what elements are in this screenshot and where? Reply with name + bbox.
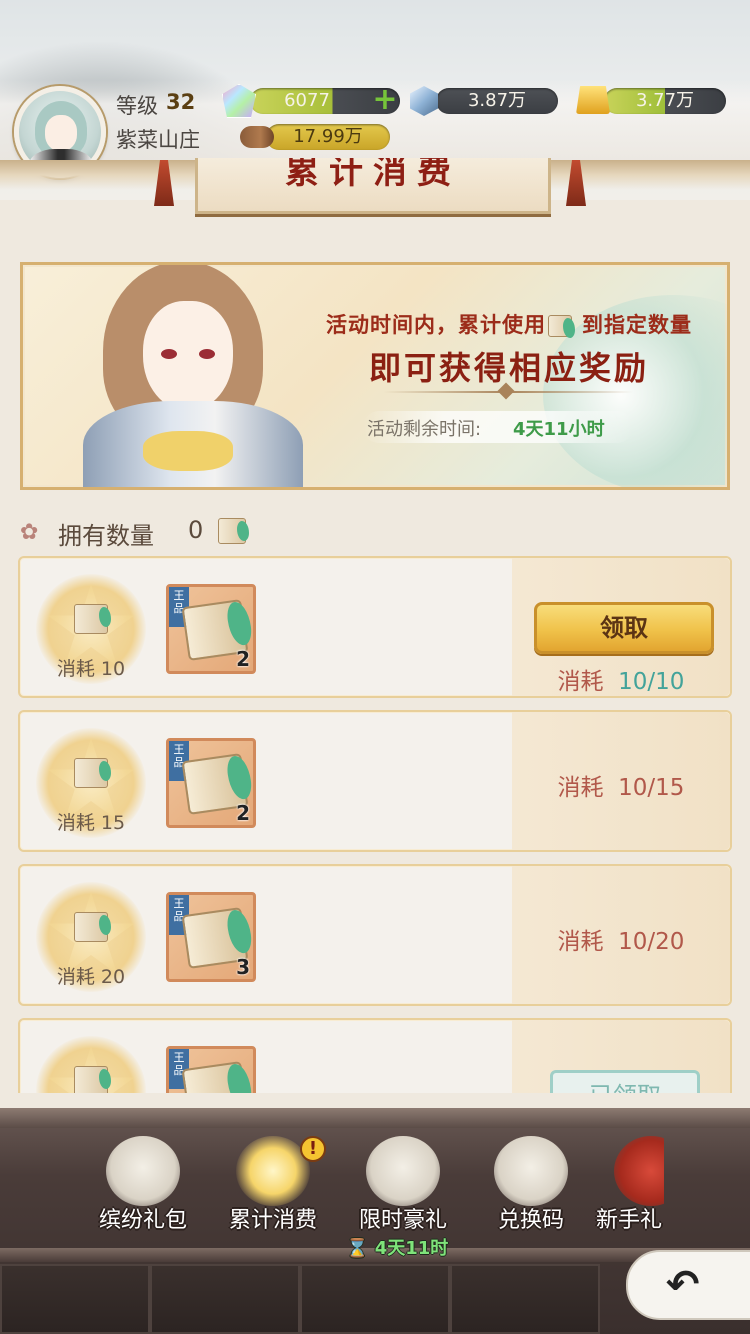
character-ribbon (143, 431, 233, 471)
gold-counter: 3.77万 (604, 88, 726, 114)
page-title-scroll: 累计消费 (195, 158, 551, 214)
progress-label: 消耗 (557, 929, 604, 955)
reward-row: 王品 已领取 (18, 1018, 732, 1093)
bottom-shelf-top (0, 1108, 750, 1128)
scroll-ticket-icon (74, 604, 111, 634)
nav-item-label: 累计消费 (228, 1208, 317, 1233)
remaining-time-label: 活动剩余时间: (367, 419, 482, 440)
reward-row: 消耗 15 王品 2 消耗 10/15 (18, 710, 732, 852)
nav-item-label: 新手礼 (596, 1208, 663, 1233)
nav-item-label: 缤纷礼包 (98, 1208, 187, 1233)
wood-panel (450, 1264, 600, 1334)
claim-button[interactable]: 领取 (534, 602, 714, 654)
cost-badge-label: 消耗 15 (56, 812, 126, 834)
reward-list[interactable]: 消耗 10 王品 2 领取 消耗 10/10 消耗 15 王品 2 消耗 10/… (0, 556, 750, 1093)
silver-haired-girl-icon (366, 1136, 440, 1206)
scroll-ticket-icon (74, 1066, 111, 1093)
claimed-button[interactable]: 已领取 (550, 1070, 700, 1093)
owned-count-value: 0 (188, 516, 204, 544)
girl-with-gift-icon (106, 1136, 180, 1206)
consume-progress: 消耗 10/10 (512, 662, 730, 696)
add-gems-button[interactable]: + (372, 85, 398, 115)
reward-row: 消耗 20 王品 3 消耗 10/20 (18, 864, 732, 1006)
crystal-amount: 3.87万 (467, 90, 527, 111)
back-button[interactable]: ↶ (626, 1250, 750, 1320)
hourglass-icon: ⌛ (346, 1238, 369, 1259)
estate-name: 紫菜山庄 (116, 128, 200, 152)
nav-item-cumulative-spend[interactable]: ! 累计消费 (208, 1130, 338, 1240)
avatar-face (45, 115, 77, 151)
wood-log-icon (240, 126, 274, 148)
flower-icon: ✿ (20, 520, 39, 545)
cost-badge-label: 消耗 20 (56, 966, 126, 988)
treasure-chest-icon (614, 1136, 664, 1206)
reward-item-slot[interactable]: 王品 3 (166, 892, 256, 982)
reward-item-slot[interactable]: 王品 2 (166, 738, 256, 828)
reward-row: 消耗 10 王品 2 领取 消耗 10/10 (18, 556, 732, 698)
nav-item-redeem-code[interactable]: 兑换码 (466, 1130, 596, 1240)
reward-item-slot[interactable]: 王品 (166, 1046, 256, 1093)
scroll-ticket-icon (181, 1061, 249, 1093)
wood-counter: 17.99万 (266, 124, 390, 150)
wood-panel (150, 1264, 300, 1334)
character-eye (161, 349, 177, 359)
consume-progress: 消耗 10/20 (512, 922, 730, 956)
page-title: 累计消费 (285, 158, 461, 192)
alert-badge: ! (300, 1136, 326, 1162)
banner-line-1: 活动时间内，累计使用 到指定数量 (289, 309, 727, 339)
progress-value: 10/10 (618, 669, 685, 695)
wood-panel (300, 1264, 450, 1334)
wood-panel (0, 1264, 150, 1334)
scroll-ticket-icon (74, 912, 111, 942)
limited-gift-timer-value: 4天11时 (374, 1238, 449, 1259)
coins-scroll-icon (236, 1136, 310, 1206)
cost-badge (36, 1036, 146, 1093)
girl-with-tickets-icon (494, 1136, 568, 1206)
scroll-ticket-icon (548, 315, 575, 338)
level-label: 等级 (116, 94, 158, 118)
consume-progress: 消耗 10/15 (512, 768, 730, 802)
item-quantity: 3 (236, 955, 250, 979)
crystal-counter: 3.87万 (436, 88, 558, 114)
nav-item-limited-gift[interactable]: 限时豪礼 (338, 1130, 468, 1240)
gold-ingot-icon (576, 86, 610, 114)
nav-item-gift-pack[interactable]: 缤纷礼包 (78, 1130, 208, 1240)
character-face (143, 301, 233, 411)
progress-value: 10/15 (618, 775, 685, 801)
back-arrow-icon: ↶ (666, 1262, 700, 1308)
reward-item-slot[interactable]: 王品 2 (166, 584, 256, 674)
limited-gift-timer: ⌛ 4天11时 (346, 1234, 448, 1260)
event-banner: 活动时间内，累计使用 到指定数量 即可获得相应奖励 活动剩余时间: 4天11小时 (20, 262, 730, 490)
banner-headline: 即可获得相应奖励 (368, 349, 649, 387)
character-eye (199, 349, 215, 359)
cost-badge-label: 消耗 10 (56, 658, 126, 680)
scroll-ticket-icon (74, 758, 111, 788)
gem-amount: 6077 (284, 90, 330, 111)
item-quantity: 2 (236, 647, 250, 671)
banner-line-1b: 到指定数量 (582, 313, 692, 337)
remaining-time-value: 4天11小时 (513, 419, 605, 440)
nav-item-label: 兑换码 (497, 1208, 564, 1233)
owned-count-label: 拥有数量 (58, 522, 154, 550)
wood-amount: 17.99万 (293, 126, 363, 147)
progress-label: 消耗 (557, 669, 604, 695)
gold-amount: 3.77万 (635, 90, 695, 111)
scroll-ticket-icon (218, 518, 249, 544)
nav-item-newbie-gift[interactable]: 新手礼 (594, 1130, 664, 1240)
banner-line-1a: 活动时间内，累计使用 (326, 313, 546, 337)
progress-value: 10/20 (618, 929, 685, 955)
progress-label: 消耗 (557, 775, 604, 801)
item-quantity: 2 (236, 801, 250, 825)
level-value: 32 (166, 90, 196, 114)
